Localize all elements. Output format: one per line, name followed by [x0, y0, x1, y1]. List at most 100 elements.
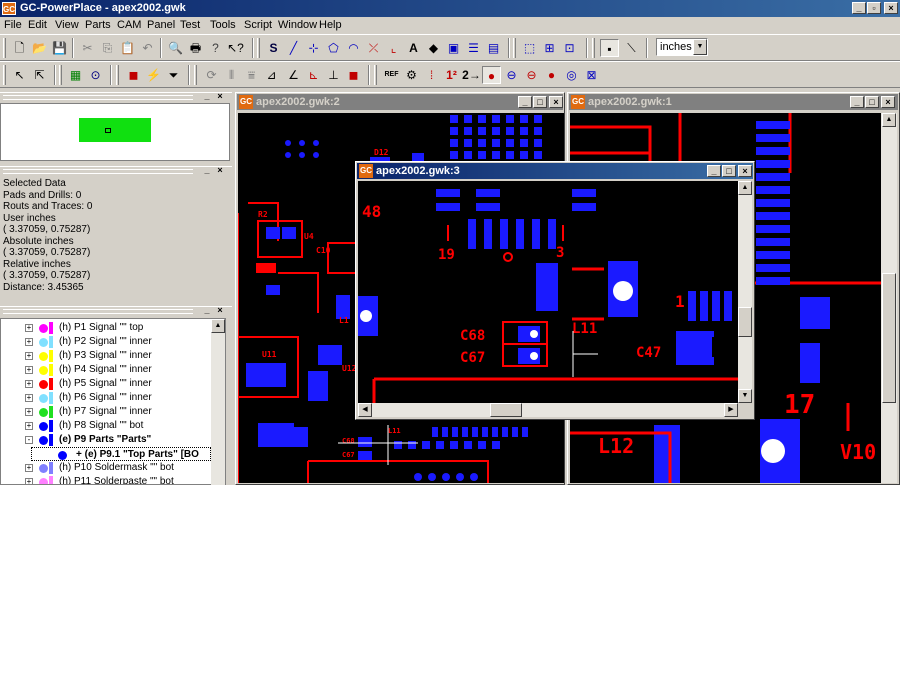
- layer-color-icon[interactable]: [39, 366, 48, 375]
- panel-minimize-button[interactable]: _: [202, 92, 212, 102]
- via-icon[interactable]: ◎: [562, 66, 581, 84]
- menu-view[interactable]: View: [55, 19, 79, 31]
- menu-panel[interactable]: Panel: [147, 19, 175, 31]
- record-icon[interactable]: ◼: [124, 66, 143, 84]
- layer-tree[interactable]: + (h) P1 Signal "" top + (h) P2 Signal "" i…: [0, 318, 226, 485]
- filter-icon[interactable]: ⏷: [164, 66, 183, 84]
- measure-angle-icon[interactable]: ∠: [284, 66, 303, 84]
- panel-minimize-button[interactable]: _: [202, 166, 212, 176]
- scroll-up-icon[interactable]: ▲: [882, 113, 896, 127]
- context-help-icon[interactable]: ↖?: [226, 39, 245, 57]
- bus-icon[interactable]: ☰: [464, 39, 483, 57]
- layer-color-icon[interactable]: [39, 338, 48, 347]
- trim-icon[interactable]: ⤫: [364, 39, 383, 57]
- expand-icon[interactable]: +: [25, 366, 33, 374]
- new-file-icon[interactable]: 🗋: [10, 39, 29, 57]
- scroll-left-icon[interactable]: ◀: [358, 403, 372, 417]
- add-point-icon[interactable]: ⊹: [304, 39, 323, 57]
- layer-color-icon[interactable]: [58, 451, 67, 460]
- maximize-button[interactable]: □: [533, 96, 547, 108]
- mirror-icon[interactable]: ⫴: [222, 66, 241, 84]
- select-s-icon[interactable]: S: [264, 39, 283, 57]
- layer-color-icon[interactable]: [39, 380, 48, 389]
- draw-line-icon[interactable]: ╱: [284, 39, 303, 57]
- arc-icon[interactable]: ◠: [344, 39, 363, 57]
- menu-cam[interactable]: CAM: [117, 19, 141, 31]
- menu-test[interactable]: Test: [180, 19, 200, 31]
- expand-icon[interactable]: +: [25, 478, 33, 484]
- pins-icon[interactable]: ⁞: [422, 66, 441, 84]
- help-icon[interactable]: ?: [206, 39, 225, 57]
- expand-icon[interactable]: +: [25, 338, 33, 346]
- stop-icon[interactable]: ◼: [344, 66, 363, 84]
- scroll-thumb[interactable]: [882, 273, 896, 403]
- expand-icon[interactable]: +: [25, 408, 33, 416]
- layer-row[interactable]: + (h) P2 Signal "" inner: [1, 335, 211, 349]
- flash-pad-icon[interactable]: ◆: [424, 39, 443, 57]
- board-preview[interactable]: [0, 103, 230, 161]
- pcb-view-3[interactable]: 48 19 3 C68 C67 L11 C47 1: [358, 181, 738, 403]
- minimize-button[interactable]: _: [852, 2, 866, 14]
- minimize-button[interactable]: _: [850, 96, 864, 108]
- measure-icon[interactable]: ⊿: [262, 66, 281, 84]
- menu-window[interactable]: Window: [278, 19, 317, 31]
- layer-row[interactable]: + (h) P8 Signal "" bot: [1, 419, 211, 433]
- minimize-button[interactable]: _: [707, 165, 721, 177]
- layer-row[interactable]: + (h) P10 Soldermask "" bot: [1, 461, 211, 475]
- close-button[interactable]: ×: [884, 2, 898, 14]
- layer-row[interactable]: + (h) P1 Signal "" top: [1, 321, 211, 335]
- panel-close-button[interactable]: ×: [215, 92, 225, 102]
- rotate-icon[interactable]: ⟳: [202, 66, 221, 84]
- point-snap-icon[interactable]: ▪: [600, 39, 619, 57]
- expand-icon[interactable]: +: [25, 464, 33, 472]
- layer-color-icon[interactable]: [39, 436, 48, 445]
- layer-row[interactable]: + (h) P6 Signal "" inner: [1, 391, 211, 405]
- select-region-icon[interactable]: ⇱: [30, 66, 49, 84]
- pad-ring-icon[interactable]: ⊖: [522, 66, 541, 84]
- window-3-vscrollbar[interactable]: ▲ ▼: [738, 181, 752, 403]
- expand-icon[interactable]: +: [25, 422, 33, 430]
- window-3-hscrollbar[interactable]: ◀ ▶: [358, 403, 738, 417]
- scroll-thumb[interactable]: [738, 307, 752, 337]
- scroll-up-icon[interactable]: ▲: [738, 181, 752, 195]
- units-select[interactable]: inches ▼: [656, 38, 708, 56]
- align-icon[interactable]: ⩸: [242, 66, 261, 84]
- layer-color-icon[interactable]: [39, 408, 48, 417]
- scroll-thumb[interactable]: [490, 403, 522, 417]
- layer-color-icon[interactable]: [39, 394, 48, 403]
- zoom-window-icon[interactable]: ⬚: [520, 39, 539, 57]
- chevron-down-icon[interactable]: ▼: [693, 39, 707, 55]
- layer-color-icon[interactable]: [39, 324, 48, 333]
- layer-row[interactable]: + (e) P9.1 "Top Parts" [BO: [31, 447, 211, 461]
- text-icon[interactable]: A: [404, 39, 423, 57]
- zoom-all-icon[interactable]: ⊞: [540, 39, 559, 57]
- scroll-right-icon[interactable]: ▶: [724, 403, 738, 417]
- layer-color-icon[interactable]: [39, 478, 48, 484]
- window-1-scrollbar[interactable]: ▲: [881, 113, 897, 483]
- layers-icon[interactable]: ▤: [484, 39, 503, 57]
- expand-icon[interactable]: +: [25, 380, 33, 388]
- restore-button[interactable]: ▫: [867, 2, 881, 14]
- layer-row[interactable]: + (h) P3 Signal "" inner: [1, 349, 211, 363]
- pad-blue-icon[interactable]: ⊖: [502, 66, 521, 84]
- layer-row[interactable]: + (h) P11 Solderpaste "" bot: [1, 475, 211, 484]
- open-folder-icon[interactable]: 📂: [30, 39, 49, 57]
- pad-solid-icon[interactable]: ●: [542, 66, 561, 84]
- layer-row[interactable]: + (h) P4 Signal "" inner: [1, 363, 211, 377]
- ruler-icon[interactable]: ⊾: [304, 66, 323, 84]
- layer-row[interactable]: + (h) P7 Signal "" inner: [1, 405, 211, 419]
- find-part-icon[interactable]: ⊙: [86, 66, 105, 84]
- collapse-icon[interactable]: -: [25, 436, 33, 444]
- close-button[interactable]: ×: [881, 96, 895, 108]
- panel-close-button[interactable]: ×: [215, 306, 225, 316]
- grid-icon[interactable]: ▦: [66, 66, 85, 84]
- panel-close-button[interactable]: ×: [215, 166, 225, 176]
- numbering-icon[interactable]: 1²: [442, 66, 461, 84]
- pad-cross-icon[interactable]: ⊠: [582, 66, 601, 84]
- cut-icon[interactable]: ✂: [78, 39, 97, 57]
- expand-icon[interactable]: +: [25, 394, 33, 402]
- close-button[interactable]: ×: [738, 165, 752, 177]
- menu-help[interactable]: Help: [319, 19, 342, 31]
- minimize-button[interactable]: _: [518, 96, 532, 108]
- layer-row[interactable]: - (e) P9 Parts "Parts": [1, 433, 211, 447]
